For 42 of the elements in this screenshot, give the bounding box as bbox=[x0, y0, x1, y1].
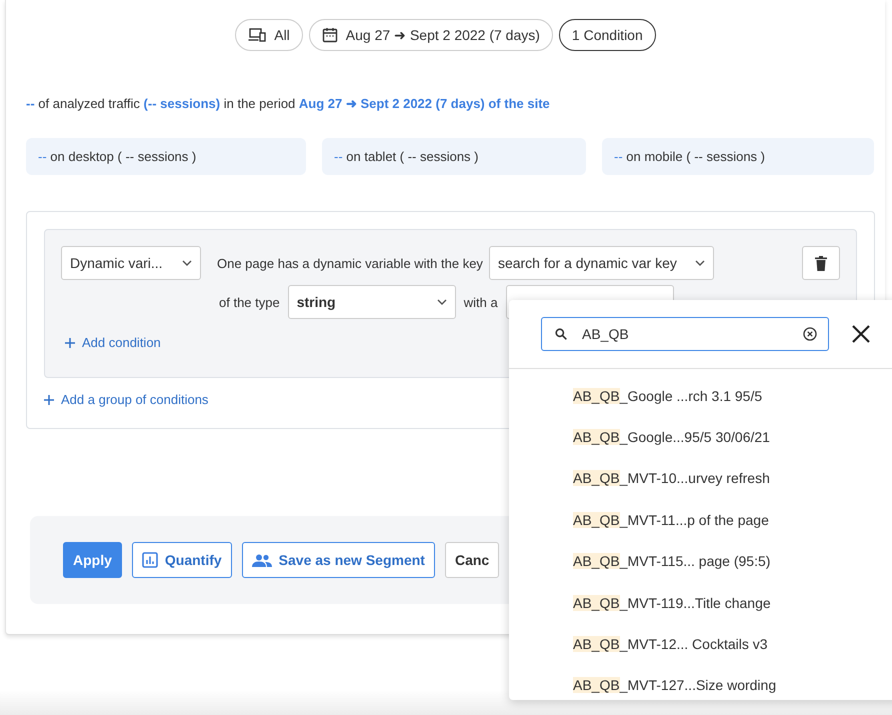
cancel-button[interactable]: Canc bbox=[444, 542, 500, 578]
search-field[interactable]: AB_QB bbox=[541, 317, 829, 351]
device-stat: -- on tablet ( -- sessions ) bbox=[322, 138, 586, 175]
search-result[interactable]: AB_QB_MVT-10...urvey refresh bbox=[573, 458, 892, 500]
apply-button[interactable]: Apply bbox=[63, 542, 122, 578]
chevron-icon bbox=[436, 299, 447, 305]
calendar-icon bbox=[322, 27, 338, 43]
search-result[interactable]: AB_QB_MVT-119...Title change bbox=[573, 582, 892, 624]
devices-icon bbox=[248, 28, 266, 42]
value-type-select[interactable]: string bbox=[288, 285, 456, 319]
add-group-link[interactable]: Add a group of conditions bbox=[44, 392, 208, 407]
people-icon bbox=[252, 554, 272, 566]
quantify-button[interactable]: Quantify bbox=[132, 542, 232, 578]
key-select[interactable]: search for a dynamic var key bbox=[488, 246, 714, 280]
plus-icon bbox=[44, 394, 54, 404]
search-result[interactable]: AB_QB_MVT-127...Size wording bbox=[573, 664, 892, 706]
clear-icon[interactable] bbox=[803, 327, 817, 341]
filter-pill[interactable]: Aug 27 ➜ Sept 2 2022 (7 days) bbox=[308, 19, 553, 51]
save-segment-button[interactable]: Save as new Segment bbox=[242, 542, 435, 578]
traffic-summary: -- of analyzed traffic (-- sessions) in the period Aug 27 ➜ Sept 2 2022 (7 days) of the site bbox=[26, 96, 551, 111]
filter-pill[interactable]: All bbox=[235, 19, 303, 51]
filter-pill[interactable]: 1 Condition bbox=[558, 19, 656, 51]
chevron-icon bbox=[182, 260, 192, 266]
type-select[interactable]: Dynamic vari... bbox=[61, 246, 201, 280]
search-result[interactable]: AB_QB_MVT-115... page (95:5) bbox=[573, 540, 892, 582]
search-result[interactable]: AB_QB_Google ...rch 3.1 95/5 bbox=[573, 375, 892, 416]
condition-text: of the type bbox=[219, 294, 280, 310]
delete-button[interactable] bbox=[802, 246, 840, 280]
condition-text: with a bbox=[464, 294, 498, 310]
add-condition-link[interactable]: Add condition bbox=[65, 335, 161, 350]
device-stat: -- on mobile ( -- sessions ) bbox=[602, 138, 874, 175]
bar-chart-icon bbox=[142, 552, 158, 568]
search-result[interactable]: AB_QB_MVT-12... Cocktails v3 bbox=[573, 623, 892, 665]
trash-icon bbox=[815, 256, 827, 270]
device-stat: -- on desktop ( -- sessions ) bbox=[26, 138, 306, 175]
search-result[interactable]: AB_QB_Google...95/5 30/06/21 bbox=[573, 416, 892, 458]
search-icon bbox=[555, 328, 567, 340]
search-result[interactable]: AB_QB_MVT-11...p of the page bbox=[573, 499, 892, 541]
chevron-icon bbox=[694, 260, 705, 266]
plus-icon bbox=[65, 338, 75, 348]
condition-text: One page has a dynamic variable with the key bbox=[217, 256, 483, 270]
close-icon[interactable] bbox=[851, 324, 871, 344]
